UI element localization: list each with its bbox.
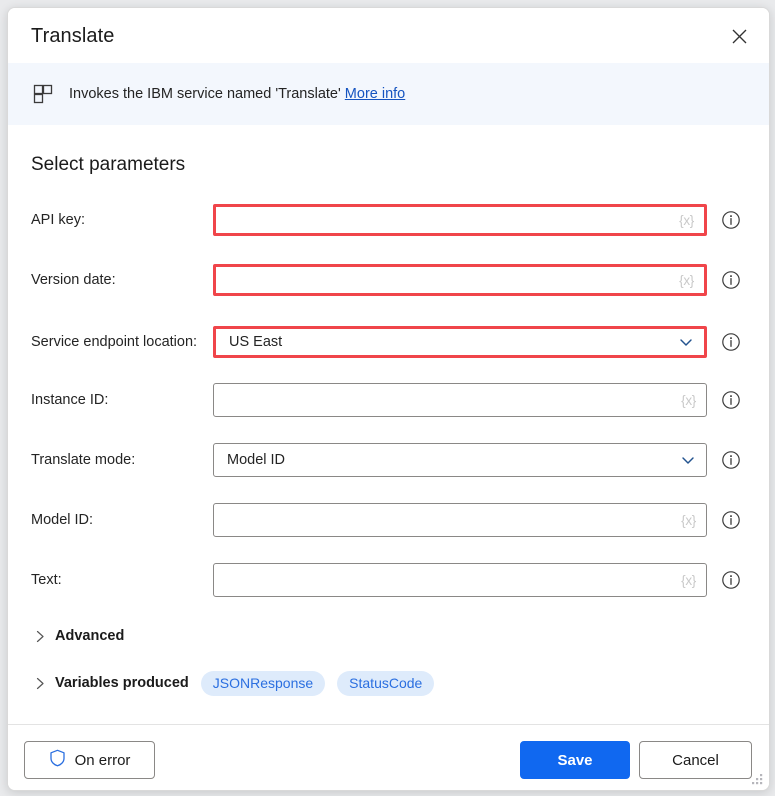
chevron-right-icon[interactable] (33, 677, 47, 690)
service-endpoint-location-dropdown[interactable]: US East (213, 326, 707, 358)
variable-pill-statuscode[interactable]: StatusCode (337, 670, 435, 696)
info-icon-text[interactable] (720, 569, 742, 591)
service-endpoint-location-value: US East (229, 334, 283, 350)
variable-glyph-icon[interactable]: {x} (679, 213, 694, 228)
close-button[interactable] (723, 20, 755, 52)
advanced-label[interactable]: Advanced (55, 628, 124, 644)
shield-icon (49, 749, 66, 771)
chevron-down-icon[interactable] (678, 334, 694, 350)
variable-glyph-icon[interactable]: {x} (681, 513, 696, 528)
field-row-text: Text: {x} (8, 556, 769, 604)
dialog-title: Translate (31, 25, 115, 47)
variable-pill-jsonresponse[interactable]: JSONResponse (200, 670, 326, 696)
field-label-translate-mode: Translate mode: (31, 452, 136, 468)
field-label-model-id: Model ID: (31, 512, 94, 528)
text-input[interactable]: {x} (213, 563, 707, 597)
banner-text: Invokes the IBM service named 'Translate… (69, 86, 405, 102)
translate-dialog: Translate Invokes the IBM service named … (7, 7, 770, 791)
field-label-version-date: Version date: (31, 272, 116, 288)
model-id-input[interactable]: {x} (213, 503, 707, 537)
field-row-service-endpoint-location: Service endpoint location: US East (8, 318, 769, 366)
banner-message: Invokes the IBM service named 'Translate… (69, 86, 341, 102)
field-label-text: Text: (31, 572, 62, 588)
info-icon-version-date[interactable] (720, 269, 742, 291)
variable-glyph-icon[interactable]: {x} (681, 573, 696, 588)
on-error-label: On error (74, 751, 131, 769)
variables-produced-label[interactable]: Variables produced (55, 675, 189, 691)
dialog-titlebar: Translate (8, 8, 769, 63)
field-row-version-date: Version date: {x} (8, 256, 769, 304)
api-key-input[interactable]: {x} (213, 204, 707, 236)
field-label-service-endpoint-location: Service endpoint location: (31, 334, 198, 350)
field-row-api-key: API key: {x} (8, 196, 769, 244)
cancel-button[interactable]: Cancel (639, 741, 752, 779)
variable-glyph-icon[interactable]: {x} (679, 273, 694, 288)
resize-grip[interactable] (748, 771, 764, 787)
variable-glyph-icon[interactable]: {x} (681, 393, 696, 408)
advanced-expander[interactable]: Advanced (8, 623, 769, 649)
info-icon-model-id[interactable] (720, 509, 742, 531)
info-icon-api-key[interactable] (720, 209, 742, 231)
field-row-model-id: Model ID: {x} (8, 496, 769, 544)
save-button[interactable]: Save (520, 741, 630, 779)
dialog-body: Select parameters API key: {x} Version d… (8, 125, 769, 724)
field-label-instance-id: Instance ID: (31, 392, 109, 408)
close-icon (732, 29, 747, 44)
field-label-api-key: API key: (31, 212, 85, 228)
translate-mode-dropdown[interactable]: Model ID (213, 443, 707, 477)
instance-id-input[interactable]: {x} (213, 383, 707, 417)
chevron-down-icon[interactable] (680, 452, 696, 468)
field-row-translate-mode: Translate mode: Model ID (8, 436, 769, 484)
save-label: Save (557, 751, 593, 769)
page-title: Select parameters (31, 154, 186, 175)
on-error-button[interactable]: On error (24, 741, 155, 779)
field-row-instance-id: Instance ID: {x} (8, 376, 769, 424)
cancel-label: Cancel (672, 751, 719, 769)
module-icon (31, 82, 55, 106)
info-icon-instance-id[interactable] (720, 389, 742, 411)
more-info-link[interactable]: More info (345, 86, 405, 102)
chevron-right-icon[interactable] (33, 630, 47, 643)
dialog-footer: On error Save Cancel (8, 724, 769, 790)
version-date-input[interactable]: {x} (213, 264, 707, 296)
info-icon-translate-mode[interactable] (720, 449, 742, 471)
info-banner: Invokes the IBM service named 'Translate… (8, 63, 769, 125)
translate-mode-value: Model ID (227, 452, 286, 468)
info-icon-service-endpoint-location[interactable] (720, 331, 742, 353)
variables-produced-expander[interactable]: Variables produced JSONResponse StatusCo… (8, 670, 769, 696)
